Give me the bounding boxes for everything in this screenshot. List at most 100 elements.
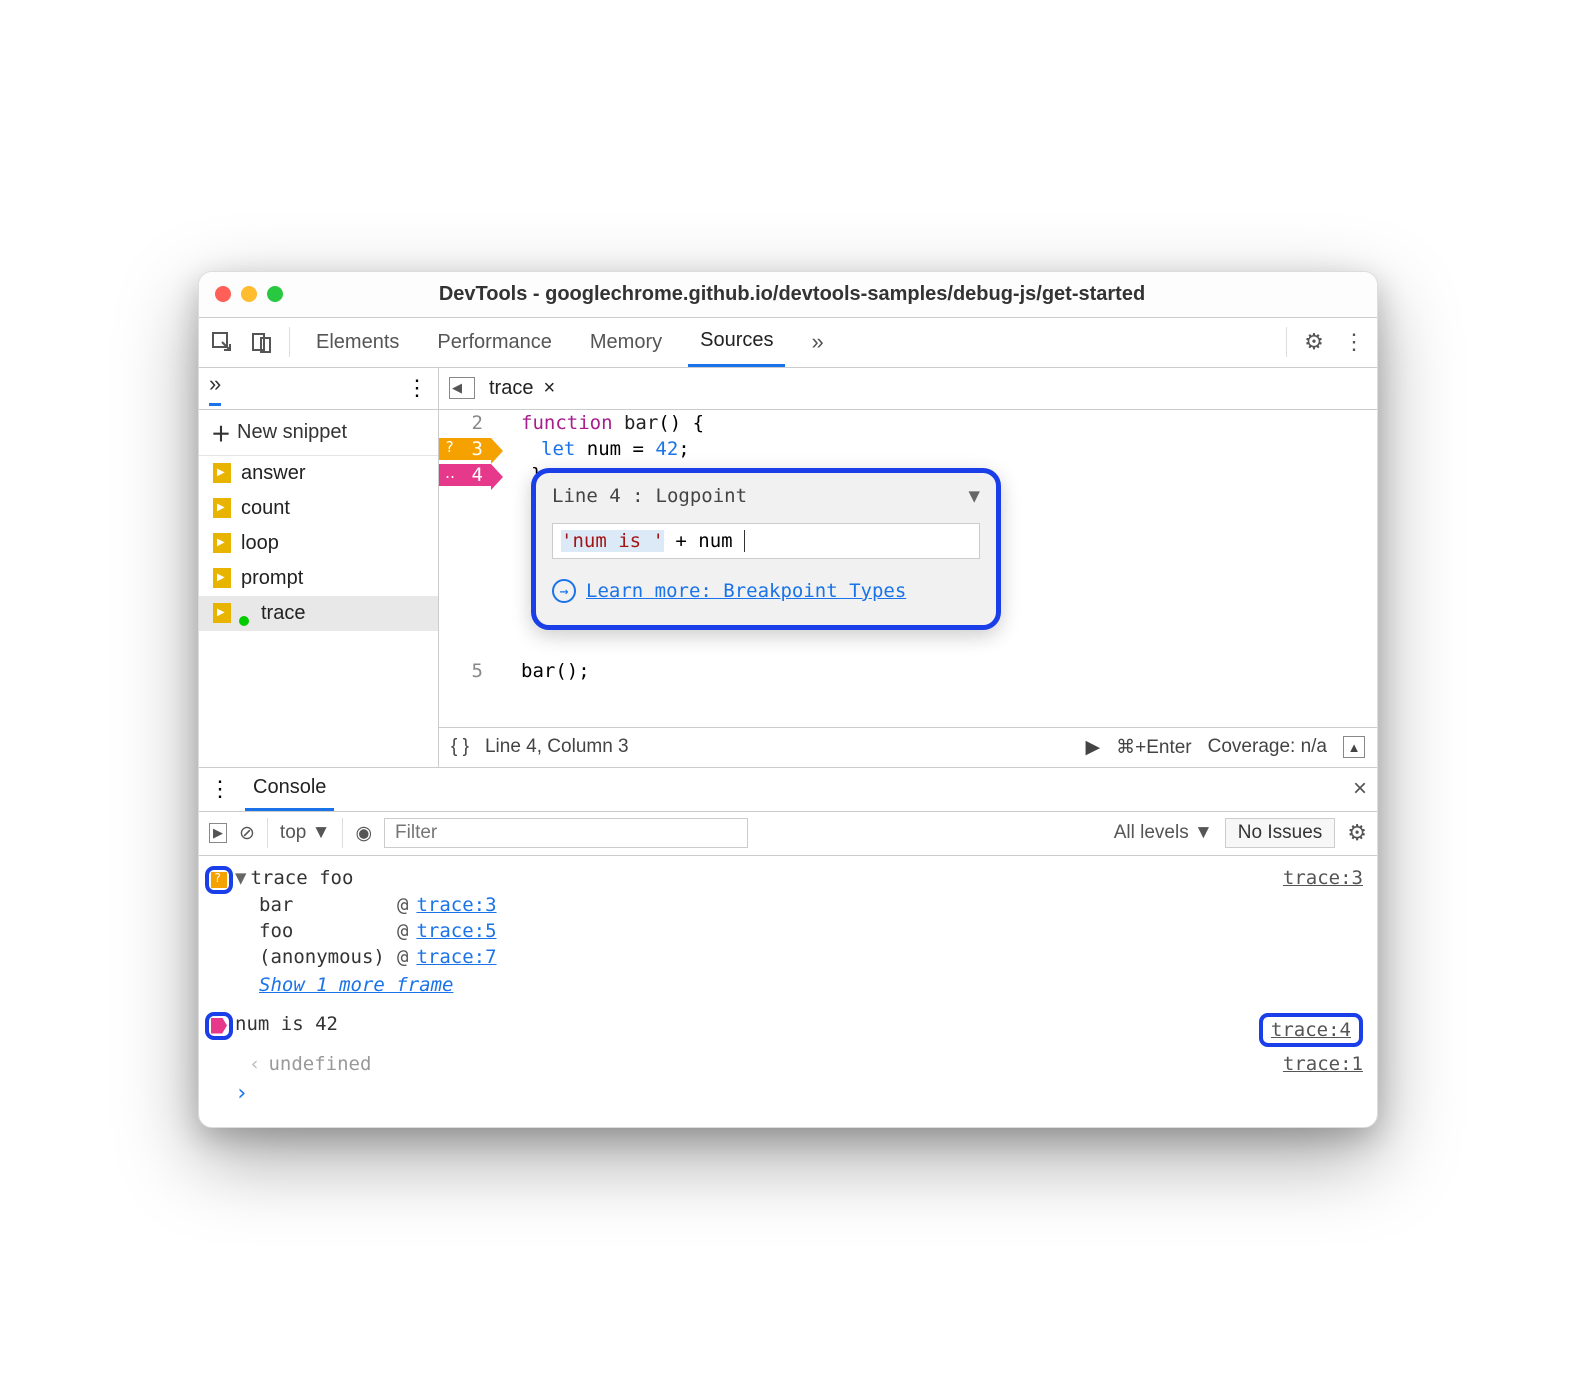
- close-console-icon[interactable]: ×: [1353, 775, 1367, 803]
- window-title: DevTools - googlechrome.github.io/devtoo…: [283, 283, 1301, 306]
- main-toolbar: Elements Performance Memory Sources: [199, 318, 1377, 368]
- breakpoint-type-dropdown[interactable]: ▼: [969, 485, 980, 507]
- clear-console-icon[interactable]: [239, 822, 255, 845]
- close-window-button[interactable]: [215, 286, 231, 302]
- toggle-details-icon[interactable]: ▲: [1343, 736, 1365, 758]
- separator: [289, 327, 290, 357]
- tab-sources[interactable]: Sources: [688, 318, 785, 367]
- stack-link[interactable]: trace:3: [416, 894, 496, 916]
- snippet-label: loop: [241, 532, 279, 555]
- console-prompt[interactable]: ›: [199, 1078, 1377, 1109]
- console-trace-row: ▼ trace foo trace:3: [199, 864, 1377, 892]
- snippet-item-prompt[interactable]: prompt: [199, 561, 438, 596]
- more-tabs-icon[interactable]: [799, 318, 835, 367]
- snippet-label: prompt: [241, 567, 303, 590]
- snippet-label: trace: [261, 602, 305, 625]
- breakpoint-editor-popup: Line 4 : Logpoint ▼ 'num is ' + num → Le…: [531, 468, 1001, 630]
- logpoint-expression-input[interactable]: 'num is ' + num: [552, 523, 980, 559]
- editor-statusbar: { } Line 4, Column 3 ⌘+Enter Coverage: n…: [439, 727, 1377, 767]
- separator: [267, 818, 268, 848]
- coverage-label: Coverage: n/a: [1208, 736, 1327, 758]
- source-link[interactable]: trace:3: [1283, 867, 1363, 889]
- snippet-item-loop[interactable]: loop: [199, 526, 438, 561]
- file-tab-trace[interactable]: trace ×: [489, 377, 555, 400]
- stack-link[interactable]: trace:7: [416, 946, 496, 968]
- sidebar-overflow-icon[interactable]: [209, 371, 221, 406]
- console-tab[interactable]: Console: [245, 768, 334, 811]
- arrow-right-circle-icon: →: [552, 579, 576, 603]
- log-levels-dropdown[interactable]: All levels ▼: [1114, 822, 1213, 844]
- settings-icon[interactable]: [1301, 329, 1327, 355]
- snippet-file-icon: [213, 568, 231, 588]
- stack-link[interactable]: trace:5: [416, 920, 496, 942]
- minimize-window-button[interactable]: [241, 286, 257, 302]
- snippet-file-icon: [213, 498, 231, 518]
- editor-tabbar: ◀ trace ×: [439, 368, 1377, 410]
- more-menu-icon[interactable]: [1341, 329, 1367, 355]
- logpoint-badge-icon: [205, 1012, 233, 1040]
- separator: [342, 818, 343, 848]
- expand-arrow-icon[interactable]: ▼: [235, 867, 246, 889]
- source-link[interactable]: trace:4: [1259, 1013, 1363, 1047]
- logpoint-marker[interactable]: ‥4: [439, 464, 491, 486]
- snippet-item-trace[interactable]: trace: [199, 596, 438, 631]
- snippet-item-answer[interactable]: answer: [199, 456, 438, 491]
- titlebar: DevTools - googlechrome.github.io/devtoo…: [199, 272, 1377, 318]
- close-tab-icon[interactable]: ×: [543, 377, 555, 400]
- toggle-navigator-icon[interactable]: ◀: [449, 377, 475, 399]
- code-line: let num = 42;: [491, 438, 690, 460]
- console-toolbar: top ▼ All levels ▼ No Issues: [199, 812, 1377, 856]
- devtools-window: DevTools - googlechrome.github.io/devtoo…: [198, 271, 1378, 1128]
- log-message: trace foo: [250, 867, 353, 889]
- code-line: bar();: [491, 660, 590, 682]
- console-settings-icon[interactable]: [1347, 820, 1367, 846]
- learn-more-link[interactable]: Learn more: Breakpoint Types: [586, 580, 906, 602]
- plus-icon: [211, 418, 231, 447]
- console-menu-icon[interactable]: [209, 776, 231, 802]
- new-snippet-label: New snippet: [237, 421, 347, 444]
- context-selector[interactable]: top ▼: [280, 822, 331, 844]
- console-logpoint-row: num is 42 trace:4: [199, 1010, 1377, 1050]
- line-number[interactable]: 2: [439, 412, 491, 434]
- sidebar-header: [199, 368, 438, 410]
- window-controls: [215, 286, 283, 302]
- live-expression-icon[interactable]: [209, 823, 227, 843]
- show-more-frames-link[interactable]: Show 1 more frame: [199, 974, 1377, 996]
- separator: [1286, 327, 1287, 357]
- snippet-file-icon: [213, 603, 231, 623]
- file-tab-label: trace: [489, 377, 533, 400]
- popup-line-label: Line 4 :: [552, 485, 644, 507]
- maximize-window-button[interactable]: [267, 286, 283, 302]
- run-snippet-icon[interactable]: [1086, 736, 1101, 759]
- device-toolbar-icon[interactable]: [249, 329, 275, 355]
- snippet-item-count[interactable]: count: [199, 491, 438, 526]
- code-editor: ◀ trace × 2 function bar() { ?3 let num …: [439, 368, 1377, 767]
- source-link[interactable]: trace:1: [1283, 1053, 1363, 1075]
- pretty-print-icon[interactable]: { }: [451, 736, 469, 758]
- new-snippet-button[interactable]: New snippet: [199, 410, 438, 456]
- conditional-breakpoint-marker[interactable]: ?3: [439, 438, 491, 460]
- code-area[interactable]: 2 function bar() { ?3 let num = 42; ‥4 }…: [439, 410, 1377, 727]
- snippets-sidebar: New snippet answer count loop prompt: [199, 368, 439, 767]
- snippet-file-icon: [213, 463, 231, 483]
- sidebar-menu-icon[interactable]: [406, 375, 428, 401]
- tab-performance[interactable]: Performance: [425, 318, 564, 367]
- console-filter-input[interactable]: [384, 818, 748, 848]
- sources-panel: New snippet answer count loop prompt: [199, 368, 1377, 768]
- line-number[interactable]: 5: [439, 660, 491, 682]
- tab-memory[interactable]: Memory: [578, 318, 674, 367]
- inspect-element-icon[interactable]: [209, 329, 235, 355]
- snippet-label: count: [241, 497, 290, 520]
- return-value: undefined: [268, 1053, 371, 1075]
- snippet-label: answer: [241, 462, 305, 485]
- issues-button[interactable]: No Issues: [1225, 818, 1335, 848]
- modified-dot-icon: [239, 616, 249, 626]
- cursor-position: Line 4, Column 3: [485, 736, 629, 758]
- live-expression-eye-icon[interactable]: [355, 822, 372, 845]
- console-return-row: ‹ undefined trace:1: [199, 1050, 1377, 1078]
- run-hint: ⌘+Enter: [1116, 736, 1192, 759]
- tab-elements[interactable]: Elements: [304, 318, 411, 367]
- popup-type-label: Logpoint: [656, 485, 748, 507]
- trace-badge-icon: [205, 866, 233, 894]
- console-panel: Console × top ▼ All levels ▼ No Issues ▼…: [199, 768, 1377, 1127]
